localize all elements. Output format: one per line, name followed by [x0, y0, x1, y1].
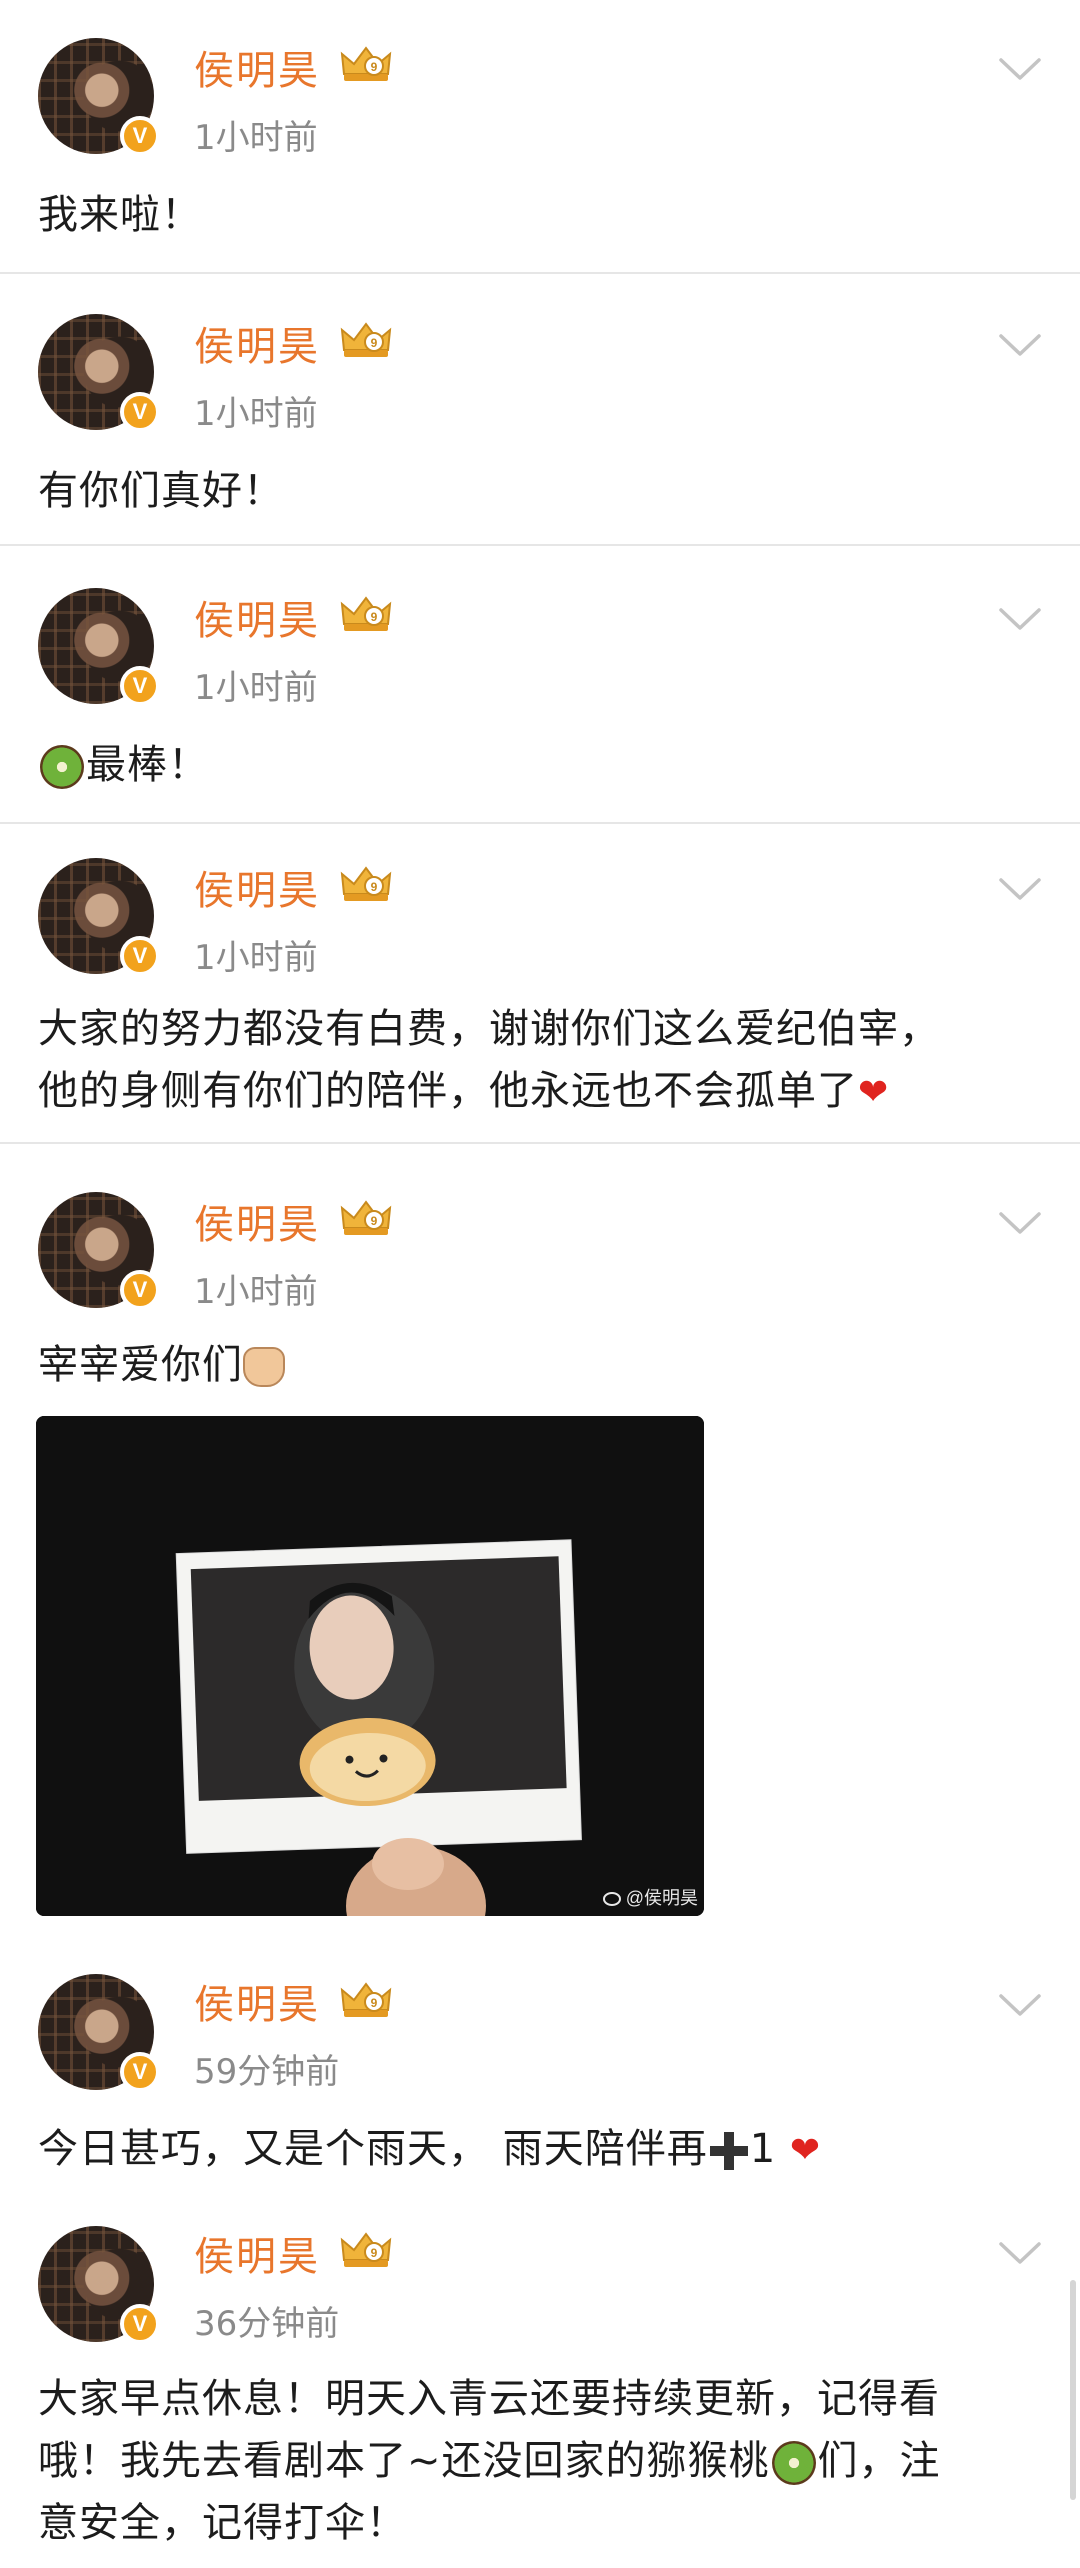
post-text-content: 最棒！ [86, 742, 209, 788]
heart-icon: ❤ [789, 2130, 822, 2171]
post-text: 大家的努力都没有白费，谢谢你们这么爱纪伯宰， 他的身侧有你们的陪伴，他永远也不会… [38, 998, 1050, 1124]
kiwi-icon [40, 745, 84, 789]
chevron-down-icon[interactable] [998, 332, 1042, 358]
post-text-line: 哦！我先去看剧本了~还没回家的猕猴桃 [38, 2438, 770, 2484]
svg-text:9: 9 [371, 336, 378, 350]
crown-icon: 9 [340, 2232, 392, 2267]
avatar[interactable]: V [38, 2226, 160, 2344]
chevron-down-icon[interactable] [998, 1992, 1042, 2018]
heart-icon: ❤ [858, 1072, 890, 1113]
svg-text:9: 9 [371, 880, 378, 894]
divider [0, 544, 1080, 546]
cat-emoji-icon [243, 1347, 285, 1387]
divider [0, 822, 1080, 824]
post-text-line: 意安全，记得打伞！ [38, 2500, 407, 2546]
chevron-down-icon[interactable] [998, 876, 1042, 902]
watermark: @侯明昊 [602, 1884, 698, 1910]
weibo-icon [602, 1892, 621, 1907]
post-text: 我来啦！ [38, 192, 202, 238]
user-name[interactable]: 侯明昊 [194, 1192, 320, 1250]
avatar[interactable]: V [38, 1192, 160, 1310]
post-time: 1小时前 [194, 394, 318, 434]
avatar[interactable]: V [38, 858, 160, 976]
v-badge-icon: V [120, 666, 160, 706]
svg-text:9: 9 [371, 1214, 378, 1228]
kiwi-icon [771, 2441, 816, 2485]
svg-text:9: 9 [371, 2246, 378, 2260]
v-badge-icon: V [120, 392, 160, 432]
svg-text:9: 9 [371, 1996, 378, 2010]
plus-icon [709, 2132, 748, 2170]
user-name[interactable]: 侯明昊 [194, 588, 320, 646]
crown-icon: 9 [340, 322, 392, 357]
watermark-text: @侯明昊 [625, 1888, 698, 1908]
post-time: 59分钟前 [194, 2052, 340, 2092]
polaroid-photo-image [36, 1416, 704, 1916]
post-time: 1小时前 [194, 1272, 318, 1312]
chevron-down-icon[interactable] [998, 56, 1042, 82]
post-text: 最棒！ [38, 734, 1050, 796]
post-text-line: 他的身侧有你们的陪伴，他永远也不会孤单了 [38, 1068, 858, 1114]
post-text-line: 大家早点休息！明天入青云还要持续更新，记得看 [38, 2376, 940, 2422]
svg-text:9: 9 [371, 60, 378, 74]
post-text: 今日甚巧，又是个雨天， 雨天陪伴再 1 ❤ [38, 2118, 1050, 2182]
post-text: 有你们真好！ [38, 468, 284, 514]
post-text-line: 们，注 [817, 2438, 941, 2484]
svg-text:9: 9 [371, 610, 378, 624]
crown-icon: 9 [340, 866, 392, 901]
v-badge-icon: V [120, 2304, 160, 2344]
post-photo[interactable]: @侯明昊 [36, 1416, 704, 1916]
post-text-line: 大家的努力都没有白费，谢谢你们这么爱纪伯宰， [38, 1006, 940, 1052]
post-text: 宰宰爱你们 [38, 1334, 1050, 1396]
chevron-down-icon[interactable] [998, 2240, 1042, 2266]
post-text-content: 今日甚巧，又是个雨天， 雨天陪伴再 [38, 2126, 708, 2172]
v-badge-icon: V [120, 1270, 160, 1310]
user-name[interactable]: 侯明昊 [194, 858, 320, 916]
user-name[interactable]: 侯明昊 [194, 38, 320, 96]
user-name[interactable]: 侯明昊 [194, 1972, 320, 2030]
v-badge-icon: V [120, 936, 160, 976]
post-time: 36分钟前 [194, 2304, 340, 2344]
crown-icon: 9 [340, 596, 392, 631]
avatar[interactable]: V [38, 38, 160, 156]
divider [0, 272, 1080, 274]
avatar[interactable]: V [38, 314, 160, 432]
avatar[interactable]: V [38, 1974, 160, 2092]
post-time: 1小时前 [194, 118, 318, 158]
chevron-down-icon[interactable] [998, 1210, 1042, 1236]
avatar[interactable]: V [38, 588, 160, 706]
post-time: 1小时前 [194, 938, 318, 978]
crown-icon: 9 [340, 1982, 392, 2017]
v-badge-icon: V [120, 2052, 160, 2092]
scrollbar[interactable] [1070, 2280, 1076, 2500]
crown-icon: 9 [340, 46, 392, 81]
chevron-down-icon[interactable] [998, 606, 1042, 632]
user-name[interactable]: 侯明昊 [194, 314, 320, 372]
v-badge-icon: V [120, 116, 160, 156]
post-text-content: 1 [749, 2126, 777, 2172]
divider [0, 1142, 1080, 1144]
post-text: 大家早点休息！明天入青云还要持续更新，记得看 哦！我先去看剧本了~还没回家的猕猴… [38, 2368, 1050, 2554]
post-time: 1小时前 [194, 668, 318, 708]
crown-icon: 9 [340, 1200, 392, 1235]
post-text-content: 宰宰爱你们 [38, 1342, 243, 1388]
user-name[interactable]: 侯明昊 [194, 2224, 320, 2282]
